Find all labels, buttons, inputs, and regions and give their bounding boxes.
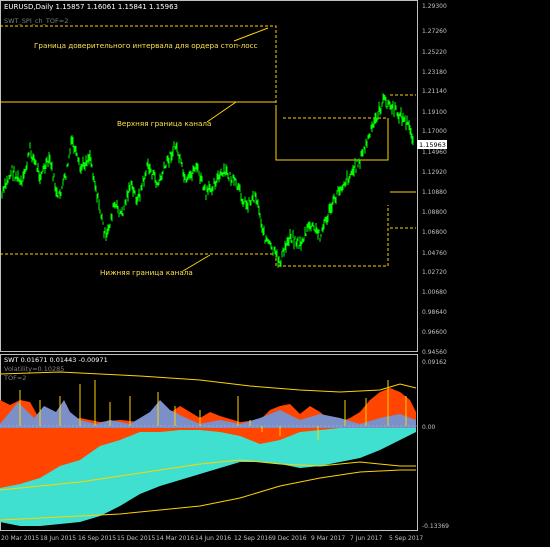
price-tick: 1.14960 (422, 149, 447, 156)
price-tick: 0.94560 (422, 349, 447, 356)
price-tick: 1.00680 (422, 289, 447, 296)
indicator-tag: SWT_SPI_ch_TOF=2 (4, 17, 68, 25)
time-label: 14 Jun 2016 (195, 535, 231, 542)
indicator-header: SWT 0.01671 0.01443 -0.00971 (4, 356, 108, 364)
time-label: 9 Mar 2017 (311, 535, 345, 542)
indicator-tick: 0.09162 (422, 359, 447, 366)
indicator-areas (0, 388, 416, 526)
price-tick: 1.06800 (422, 229, 447, 236)
stop-loss-annotation: Граница доверительного интервала для орд… (34, 41, 258, 50)
price-tick: 1.21140 (422, 88, 447, 95)
price-tick: 1.27260 (422, 28, 447, 35)
trading-chart[interactable]: EURUSD,Daily 1.15857 1.16061 1.15841 1.1… (0, 0, 550, 543)
time-label: 14 Mar 2016 (156, 535, 194, 542)
price-tick: 0.96600 (422, 329, 447, 336)
indicator-tick: 0.00 (422, 424, 436, 431)
price-panel-frame (0, 0, 418, 352)
price-tick: 1.17000 (422, 128, 447, 135)
time-label: 9 Dec 2016 (272, 535, 307, 542)
price-tick: 0.98640 (422, 309, 447, 316)
time-label: 12 Sep 2016 (234, 535, 272, 542)
current-price-label: 1.15963 (419, 141, 446, 149)
lower-channel-annotation: Нижняя граница канала (100, 268, 193, 277)
time-axis: 20 Mar 2015 18 Jun 2015 16 Sep 2015 15 D… (1, 535, 423, 542)
price-tick: 1.08800 (422, 209, 447, 216)
price-tick: 1.04760 (422, 250, 447, 257)
indicator-axis: 0.09162 0.00 -0.13369 (422, 359, 449, 530)
indicator-tick: -0.13369 (422, 523, 449, 530)
time-label: 16 Sep 2015 (78, 535, 116, 542)
price-tick: 1.19100 (422, 109, 447, 116)
channel-guides (0, 25, 416, 272)
time-label: 5 Sep 2017 (389, 535, 423, 542)
price-tick: 1.12920 (422, 169, 447, 176)
price-tick: 1.25220 (422, 49, 447, 56)
time-label: 15 Dec 2015 (117, 535, 156, 542)
price-tick: 1.29300 (422, 3, 447, 10)
tof-label: TOF=2 (3, 374, 26, 382)
price-tick: 1.10880 (422, 189, 447, 196)
volatility-label: Volatility=0.10285 (4, 365, 64, 373)
time-label: 20 Mar 2015 (1, 535, 39, 542)
time-label: 7 Jun 2017 (350, 535, 382, 542)
price-axis: 1.29300 1.27260 1.25220 1.23180 1.21140 … (422, 3, 447, 356)
time-label: 18 Jun 2015 (40, 535, 76, 542)
symbol-info: EURUSD,Daily 1.15857 1.16061 1.15841 1.1… (4, 3, 178, 11)
price-tick: 1.02720 (422, 269, 447, 276)
upper-channel-annotation: Верхняя граница канала (117, 119, 211, 128)
price-tick: 1.23180 (422, 69, 447, 76)
